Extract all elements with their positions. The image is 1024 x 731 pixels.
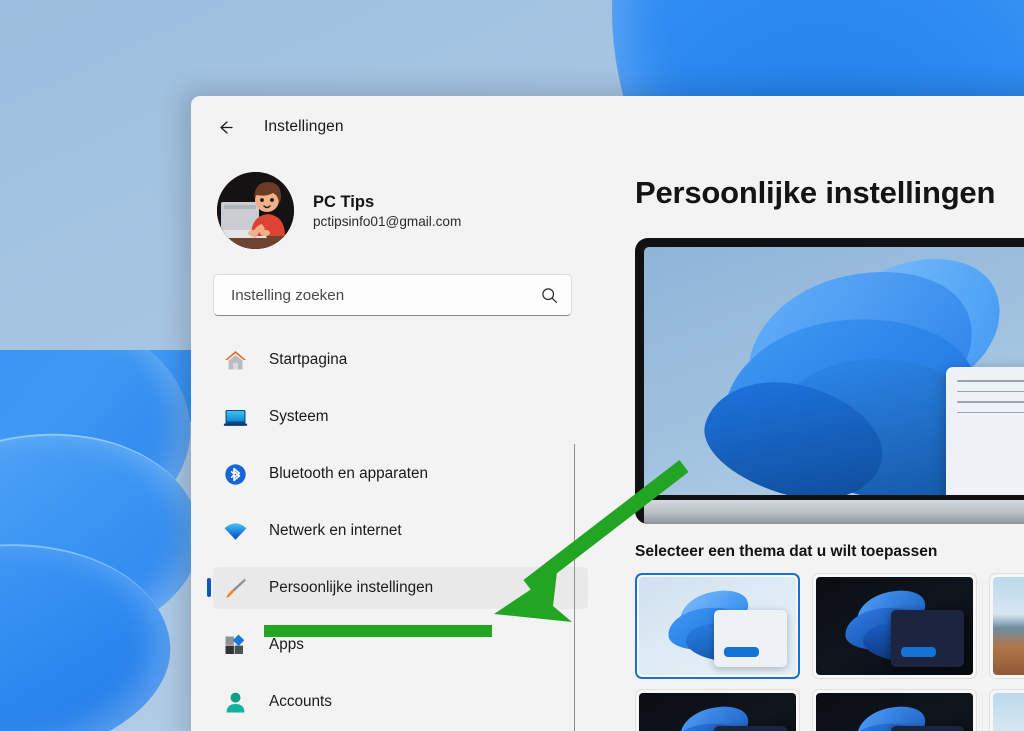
preview-window-card — [946, 367, 1024, 495]
page-title: Persoonlijke instellingen — [635, 175, 996, 210]
theme-grid-row1 — [635, 573, 1024, 679]
sidebar-item-netwerk[interactable]: Netwerk en internet — [213, 510, 588, 552]
theme-section-label: Selecteer een thema dat u wilt toepassen — [635, 543, 938, 560]
sidebar-item-label: Apps — [269, 636, 304, 653]
preview-screen — [644, 247, 1024, 495]
sidebar-item-label: Accounts — [269, 693, 332, 710]
sidebar-item-persoonlijke-instellingen[interactable]: Persoonlijke instellingen — [207, 567, 588, 609]
user-avatar-illustration — [217, 172, 294, 249]
theme-tile-dark[interactable] — [812, 573, 977, 679]
laptop-icon — [222, 404, 248, 430]
theme-grid-row2 — [635, 689, 1024, 731]
sidebar-item-accounts[interactable]: Accounts — [213, 681, 588, 723]
sidebar-item-label: Bluetooth en apparaten — [269, 465, 429, 482]
green-underline-highlight — [264, 625, 492, 637]
bluetooth-icon — [222, 461, 248, 487]
sidebar: PC Tips pctipsinfo01@gmail.com Instellin… — [191, 158, 597, 731]
account-name: PC Tips — [313, 192, 375, 211]
sidebar-item-label: Netwerk en internet — [269, 522, 402, 539]
arrow-left-icon — [219, 120, 233, 134]
search-box[interactable] — [213, 274, 572, 316]
avatar — [217, 172, 294, 249]
window-body: PC Tips pctipsinfo01@gmail.com Instellin… — [191, 158, 1024, 731]
theme-tile-flow[interactable] — [989, 689, 1024, 731]
sidebar-item-label: Persoonlijke instellingen — [269, 579, 434, 596]
sidebar-scrollbar[interactable] — [574, 444, 575, 731]
sidebar-item-label: Systeem — [269, 408, 329, 425]
account-email: pctipsinfo01@gmail.com — [313, 214, 462, 230]
theme-tile-captured-motion[interactable] — [635, 689, 800, 731]
desktop-background: Instellingen PC Tips pctipsinfo01@gmail.… — [0, 0, 1024, 731]
window-titlebar: Instellingen — [191, 96, 1024, 158]
back-button[interactable] — [208, 110, 242, 144]
wifi-icon — [222, 518, 248, 544]
account-info: PC Tips pctipsinfo01@gmail.com — [313, 192, 461, 230]
apps-icon — [222, 632, 248, 658]
theme-preview-monitor — [635, 238, 1024, 524]
account-row[interactable]: PC Tips pctipsinfo01@gmail.com — [217, 172, 597, 249]
sidebar-item-startpagina[interactable]: Startpagina — [213, 339, 588, 381]
search-input[interactable] — [231, 286, 541, 304]
sidebar-item-bluetooth[interactable]: Bluetooth en apparaten — [213, 453, 588, 495]
theme-tile-sunrise[interactable] — [812, 689, 977, 731]
sidebar-item-systeem[interactable]: Systeem — [213, 396, 588, 438]
home-icon — [222, 347, 248, 373]
person-icon — [222, 689, 248, 715]
search-icon[interactable] — [541, 287, 558, 304]
sidebar-item-label: Startpagina — [269, 351, 348, 368]
theme-tile-light[interactable] — [635, 573, 800, 679]
window-title: Instellingen — [264, 118, 344, 135]
sidebar-nav: Startpagina Systeem Bluetooth en apparat… — [207, 339, 588, 723]
paintbrush-icon — [222, 575, 248, 601]
theme-tile-glow[interactable] — [989, 573, 1024, 679]
monitor-base — [644, 500, 1024, 524]
main-content: Persoonlijke instellingen Selecteer een … — [597, 158, 1024, 731]
